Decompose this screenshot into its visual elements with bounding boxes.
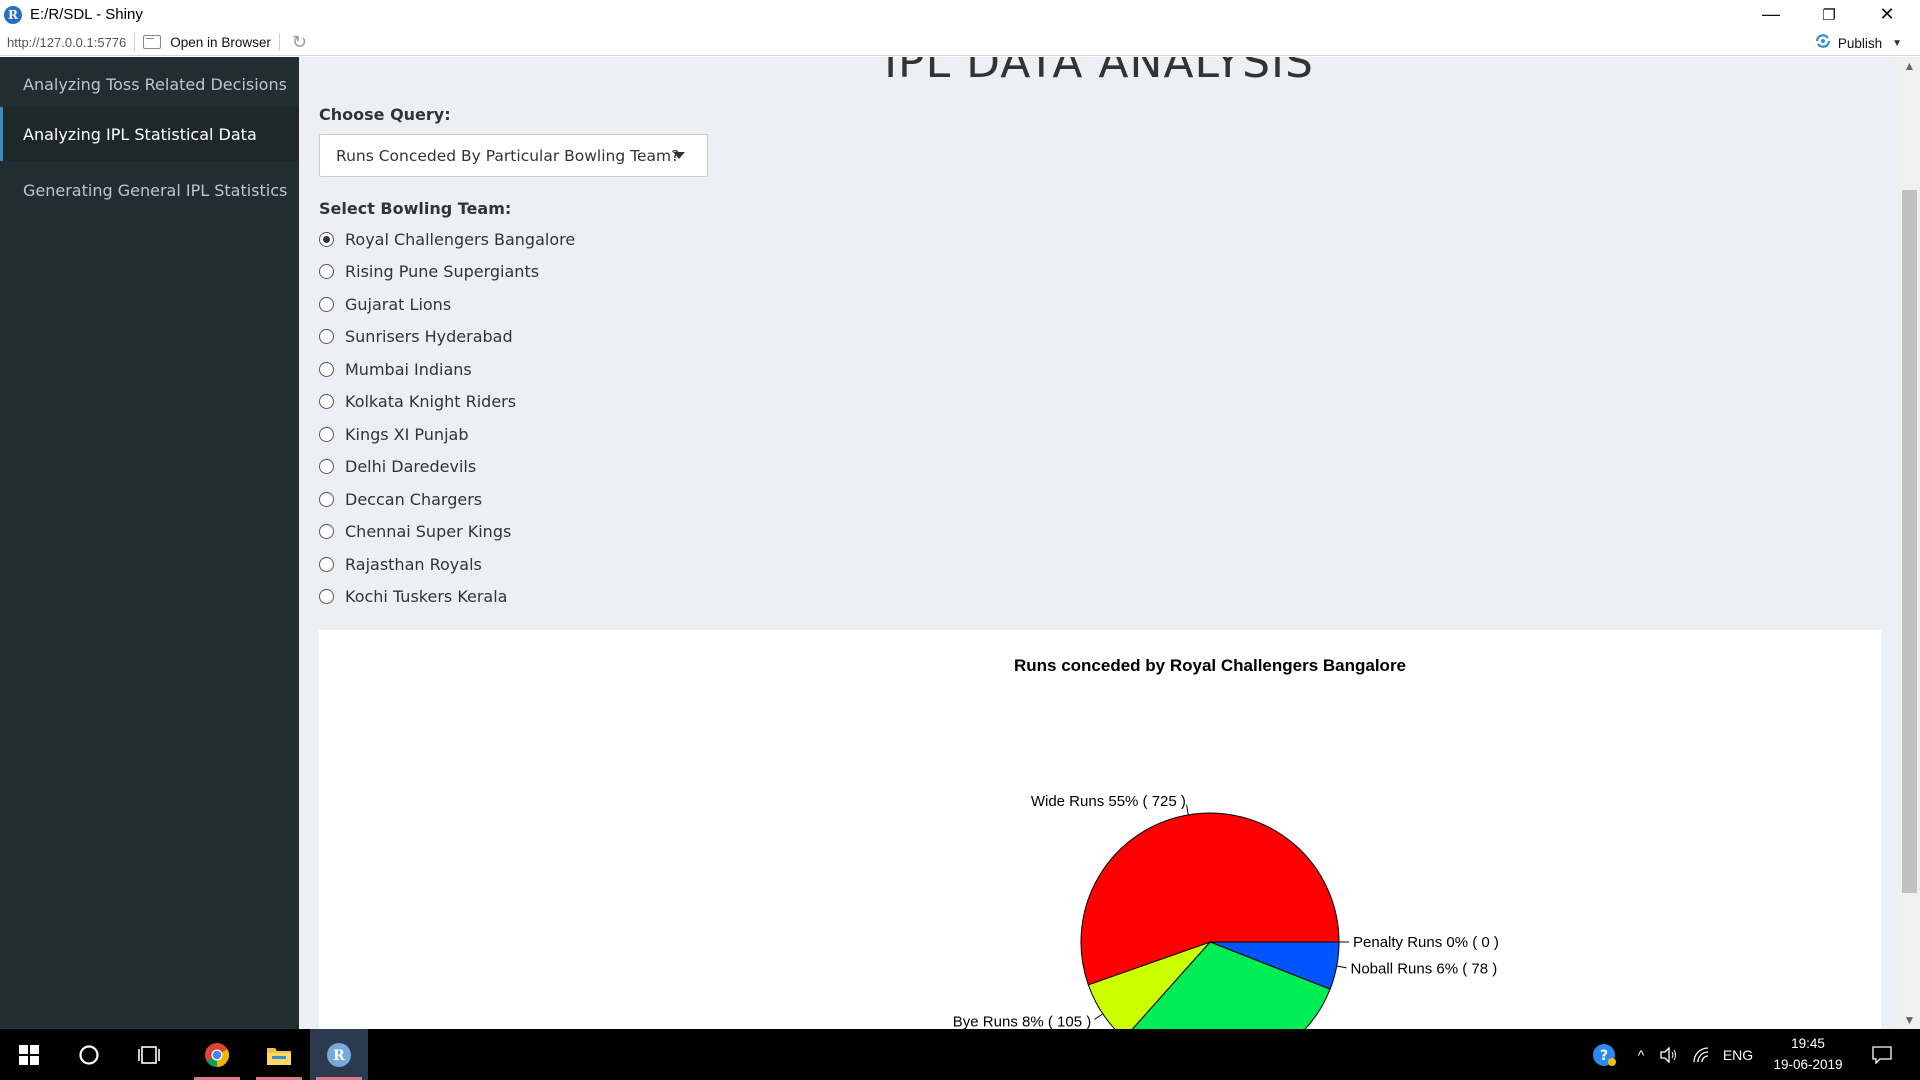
team-radio-label: Mumbai Indians: [345, 359, 472, 379]
open-in-browser-label: Open in Browser: [170, 34, 271, 50]
action-center-icon[interactable]: [1864, 1029, 1900, 1080]
slice-label-tick: [1336, 965, 1347, 969]
team-radio-label: Rising Pune Supergiants: [345, 261, 540, 281]
team-radio-option[interactable]: Kochi Tuskers Kerala: [319, 584, 719, 608]
maximize-button[interactable]: ❐: [1800, 0, 1858, 29]
team-radio-label: Rajasthan Royals: [345, 554, 482, 574]
page-title: IPL DATA ANALYSIS: [884, 57, 1314, 88]
scroll-up-arrow-icon[interactable]: ▲: [1899, 57, 1920, 75]
slice-label-tick: [1094, 1013, 1104, 1020]
scroll-down-arrow-icon[interactable]: ▼: [1899, 1011, 1920, 1029]
radio-button[interactable]: [319, 491, 334, 507]
team-radio-option[interactable]: Rajasthan Royals: [319, 552, 719, 576]
viewer-toolbar: http://127.0.0.1:5776 Open in Browser ↻ …: [0, 29, 1920, 56]
cortana-icon[interactable]: [62, 1029, 116, 1080]
team-radio-label: Kings XI Punjab: [345, 424, 469, 444]
caret-down-icon: [673, 152, 685, 159]
radio-button[interactable]: [319, 296, 334, 312]
chart-title: Runs conceded by Royal Challengers Banga…: [1014, 656, 1406, 675]
volume-icon[interactable]: [1656, 1029, 1682, 1080]
slice-label-tick: [1186, 804, 1189, 815]
language-indicator[interactable]: ENG: [1720, 1029, 1756, 1080]
team-radio-option[interactable]: Gujarat Lions: [319, 292, 719, 316]
window-titlebar: R E:/R/SDL - Shiny — ❐ ✕: [0, 0, 1920, 29]
team-radio-option[interactable]: Mumbai Indians: [319, 357, 719, 381]
radio-button-checked[interactable]: [319, 231, 334, 247]
sidebar-item-statistical-data[interactable]: Analyzing IPL Statistical Data: [0, 107, 299, 161]
publish-button[interactable]: Publish ▼: [1814, 33, 1902, 54]
team-radio-option[interactable]: Royal Challengers Bangalore: [319, 227, 719, 251]
clock[interactable]: 19:45 19-06-2019: [1762, 1033, 1854, 1075]
slice-label: Wide Runs 55% ( 725 ): [1031, 793, 1186, 810]
team-radio-label: Kochi Tuskers Kerala: [345, 586, 508, 606]
radio-button[interactable]: [319, 523, 334, 539]
radio-button[interactable]: [319, 263, 334, 279]
task-view-icon[interactable]: [122, 1029, 176, 1080]
team-radio-option[interactable]: Chennai Super Kings: [319, 519, 719, 543]
clock-date: 19-06-2019: [1773, 1057, 1843, 1072]
r-app-icon: R: [4, 5, 22, 24]
window-title: E:/R/SDL - Shiny: [30, 6, 143, 23]
pie-chart: Runs conceded by Royal Challengers Banga…: [953, 656, 1499, 1029]
choose-query-label: Choose Query:: [319, 105, 451, 124]
query-select-value: Runs Conceded By Particular Bowling Team…: [336, 146, 680, 165]
clock-time: 19:45: [1791, 1036, 1825, 1051]
team-radio-label: Kolkata Knight Riders: [345, 391, 517, 411]
scrollbar-thumb[interactable]: [1902, 190, 1917, 893]
select-bowling-team-label: Select Bowling Team:: [319, 199, 512, 218]
wifi-icon[interactable]: [1688, 1029, 1714, 1080]
vertical-scrollbar[interactable]: ▲ ▼: [1899, 57, 1920, 1029]
open-in-browser-button[interactable]: Open in Browser: [143, 35, 271, 50]
radio-button[interactable]: [319, 556, 334, 572]
team-radio-label: Gujarat Lions: [345, 294, 452, 314]
chevron-down-icon: ▼: [1892, 38, 1902, 49]
slice-label: Noball Runs 6% ( 78 ): [1351, 961, 1498, 978]
team-radio-option[interactable]: Sunrisers Hyderabad: [319, 324, 719, 348]
team-radio-label: Chennai Super Kings: [345, 521, 512, 541]
team-radio-option[interactable]: Kolkata Knight Riders: [319, 389, 719, 413]
minimize-button[interactable]: —: [1742, 0, 1800, 29]
refresh-icon[interactable]: ↻: [292, 32, 307, 53]
query-select[interactable]: Runs Conceded By Particular Bowling Team…: [319, 134, 708, 177]
team-radio-label: Royal Challengers Bangalore: [345, 229, 576, 249]
radio-button[interactable]: [319, 458, 334, 474]
radio-button[interactable]: [319, 588, 334, 604]
chrome-icon[interactable]: [188, 1029, 246, 1080]
svg-text:?: ?: [1600, 1048, 1608, 1064]
radio-button[interactable]: [319, 393, 334, 409]
team-radio-option[interactable]: Kings XI Punjab: [319, 422, 719, 446]
radio-button[interactable]: [319, 361, 334, 377]
open-in-browser-icon: [143, 35, 162, 49]
sidebar: Analyzing Toss Related Decisions Analyzi…: [0, 57, 299, 1029]
team-radio-label: Deccan Chargers: [345, 489, 483, 509]
team-radio-label: Sunrisers Hyderabad: [345, 326, 513, 346]
toolbar-divider: [134, 33, 136, 51]
sidebar-item-general-statistics[interactable]: Generating General IPL Statistics: [0, 163, 299, 217]
team-radio-option[interactable]: Rising Pune Supergiants: [319, 259, 719, 283]
rstudio-icon[interactable]: R: [310, 1029, 368, 1080]
windows-start-icon[interactable]: [0, 1029, 58, 1080]
publish-icon: [1814, 33, 1832, 54]
toolbar-divider: [278, 33, 280, 51]
radio-button[interactable]: [319, 426, 334, 442]
svg-text:R: R: [333, 1048, 345, 1064]
sidebar-item-toss-decisions[interactable]: Analyzing Toss Related Decisions: [0, 57, 299, 111]
slice-label: Penalty Runs 0% ( 0 ): [1353, 934, 1499, 951]
help-icon[interactable]: ?: [1590, 1029, 1620, 1080]
file-explorer-icon[interactable]: [250, 1029, 308, 1080]
plot-output: Runs conceded by Royal Challengers Banga…: [319, 630, 1881, 1029]
windows-taskbar: R ? ^ ENG 19:45 19-06-2019: [0, 1029, 1920, 1080]
close-button[interactable]: ✕: [1858, 0, 1916, 29]
publish-label: Publish: [1837, 36, 1883, 51]
url-display: http://127.0.0.1:5776: [7, 34, 127, 50]
slice-label: Bye Runs 8% ( 105 ): [953, 1014, 1091, 1029]
chevron-up-icon[interactable]: ^: [1630, 1029, 1652, 1080]
team-radio-option[interactable]: Deccan Chargers: [319, 487, 719, 511]
team-radio-label: Delhi Daredevils: [345, 456, 477, 476]
shiny-app: Analyzing Toss Related Decisions Analyzi…: [0, 57, 1920, 1029]
main-content: IPL DATA ANALYSIS Choose Query: Runs Con…: [299, 57, 1899, 1029]
radio-button[interactable]: [319, 328, 334, 344]
team-radio-option[interactable]: Delhi Daredevils: [319, 454, 719, 478]
